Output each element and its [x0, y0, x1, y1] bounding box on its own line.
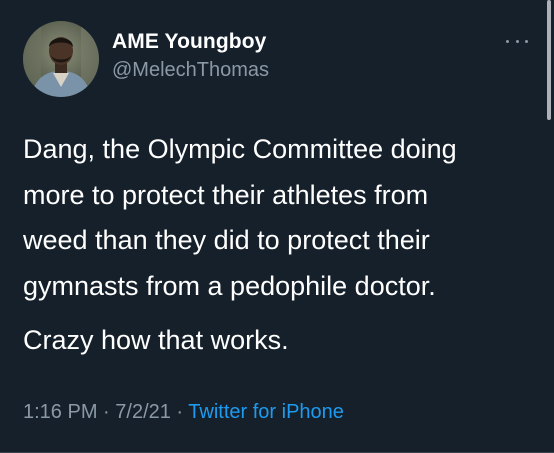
author-name[interactable]: AME Youngboy [112, 30, 266, 54]
profile-photo-icon [23, 21, 99, 97]
tweet-text: Dang, the Olympic Committee doing more t… [23, 127, 538, 364]
scrollbar[interactable] [547, 0, 551, 120]
tweet-card: AME Youngboy @MelechThomas Dang, the Oly… [0, 0, 554, 453]
separator: · [97, 401, 116, 423]
tweet-source-link[interactable]: Twitter for iPhone [188, 401, 344, 423]
tweet-line: more to protect their athletes from [23, 179, 429, 210]
tweet-paragraph: Crazy how that works. [23, 318, 538, 364]
dot [515, 39, 519, 43]
tweet-date[interactable]: 7/2/21 [115, 401, 171, 423]
tweet-meta: 1:16 PM · 7/2/21 · Twitter for iPhone [23, 401, 344, 424]
tweet-line: gymnasts from a pedophile doctor. [23, 270, 436, 301]
tweet-line: Dang, the Olympic Committee doing [23, 134, 457, 164]
tweet-time[interactable]: 1:16 PM [23, 401, 97, 423]
tweet-line: weed than they did to protect their [23, 225, 430, 255]
tweet-line: Crazy how that works. [23, 325, 289, 355]
more-options-icon[interactable] [506, 34, 528, 48]
dot [525, 39, 528, 43]
author-handle[interactable]: @MelechThomas [112, 59, 269, 82]
tweet-paragraph: Dang, the Olympic Committee doing more t… [23, 127, 538, 309]
avatar[interactable] [23, 21, 99, 97]
dot [506, 39, 509, 43]
separator: · [170, 401, 189, 423]
